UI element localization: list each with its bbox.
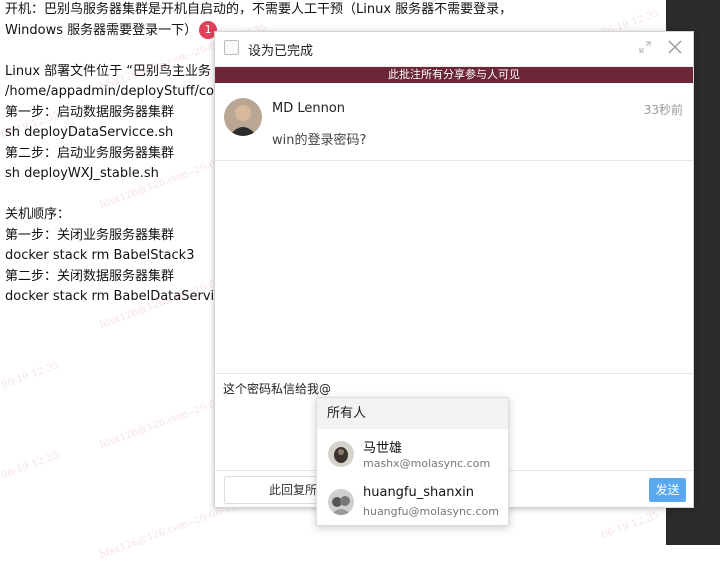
watermark: 06-19 12:35 (0, 359, 61, 392)
mention-user-item[interactable]: huangfu_shanxin huangfu@molasync.com (317, 477, 508, 525)
visibility-banner: 此批注所有分享参与人可见 (215, 67, 693, 83)
mention-all-option[interactable]: 所有人 (317, 398, 508, 429)
comment-time: 33秒前 (643, 103, 683, 117)
mark-done-checkbox[interactable] (224, 40, 239, 55)
avatar (328, 489, 354, 515)
send-button[interactable]: 发送 (649, 478, 686, 502)
mention-user-item[interactable]: 马世雄 mashx@molasync.com (317, 429, 508, 477)
watermark: 06-19 12:35 (599, 509, 661, 542)
doc-line: Windows 服务器需要登录一下） (5, 22, 198, 38)
avatar (328, 441, 354, 467)
mention-user-email: mashx@molasync.com (363, 457, 491, 470)
panel-header: 设为已完成 (215, 32, 693, 67)
mention-user-email: huangfu@molasync.com (363, 505, 499, 518)
mention-user-name: 马世雄 (363, 441, 403, 456)
comment-item: MD Lennon 33秒前 win的登录密码? (215, 83, 693, 161)
comment-author: MD Lennon (272, 101, 346, 116)
mention-user-name: huangfu_shanxin (363, 485, 475, 500)
comment-body: win的登录密码? (272, 133, 367, 148)
mention-dropdown: 所有人 马世雄 mashx@molasync.com huangfu_shanx… (316, 397, 509, 526)
doc-line: 开机：巴别鸟服务器集群是开机自启动的，不需要人工干预（Linux 服务器不需要登… (5, 2, 513, 17)
mark-done-label[interactable]: 设为已完成 (248, 40, 313, 59)
close-icon[interactable] (667, 39, 683, 55)
reply-input[interactable]: 这个密码私信给我@ (223, 380, 331, 397)
avatar (224, 98, 262, 136)
divider (215, 373, 693, 374)
expand-icon[interactable] (638, 40, 652, 54)
watermark: 06-19 12:35 (0, 449, 61, 482)
